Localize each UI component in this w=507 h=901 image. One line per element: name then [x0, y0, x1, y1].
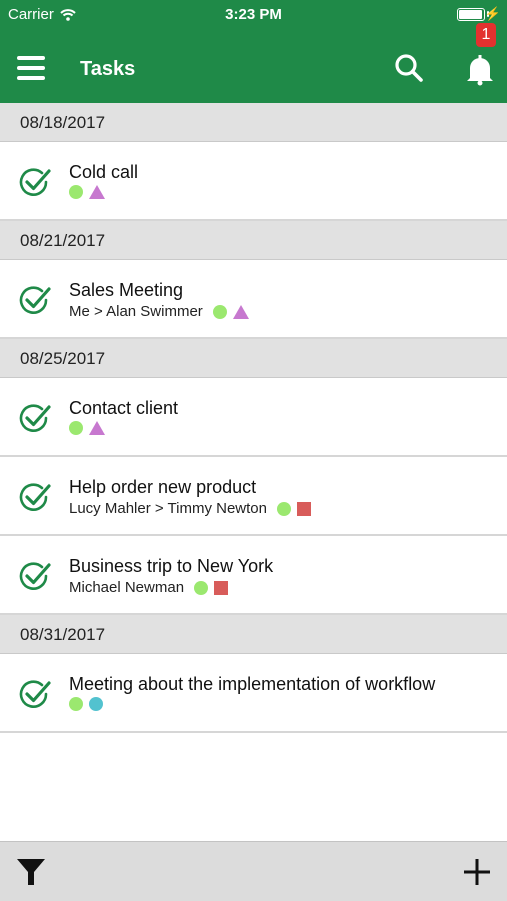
- date-header: 08/31/2017: [0, 615, 507, 654]
- search-icon[interactable]: [394, 53, 424, 83]
- notification-badge[interactable]: 1: [476, 23, 496, 47]
- task-meta: Michael Newman: [69, 579, 229, 596]
- date-header: 08/21/2017: [0, 221, 507, 260]
- check-circle-icon[interactable]: [19, 286, 51, 316]
- task-title: Help order new product: [69, 477, 257, 497]
- task-meta: [69, 697, 103, 711]
- page-title: Tasks: [80, 58, 136, 80]
- navbar: Tasks: [0, 40, 507, 100]
- task-people: Me > Alan Swimmer: [69, 303, 203, 320]
- task-row[interactable]: Business trip to New York Michael Newman: [0, 536, 507, 615]
- green-dot-marker: [212, 304, 227, 319]
- task-row[interactable]: Contact client: [0, 378, 507, 457]
- green-dot-marker: [69, 185, 83, 199]
- green-dot-marker: [276, 501, 291, 516]
- app-header: Carrier 3:23 PM ⚡ Tasks 1: [0, 0, 507, 103]
- task-people: Lucy Mahler > Timmy Newton: [69, 500, 267, 517]
- check-circle-icon[interactable]: [19, 562, 51, 592]
- status-bar: Carrier 3:23 PM ⚡: [0, 0, 507, 30]
- task-people: Michael Newman: [69, 579, 185, 596]
- plus-icon[interactable]: [461, 856, 493, 888]
- green-dot-marker: [69, 697, 83, 711]
- task-title: Contact client: [69, 398, 179, 418]
- task-title: Sales Meeting: [69, 280, 184, 300]
- date-header: 08/18/2017: [0, 103, 507, 142]
- task-title: Cold call: [69, 162, 139, 182]
- bell-icon[interactable]: [462, 52, 498, 88]
- task-row[interactable]: Meeting about the implementation of work…: [0, 654, 507, 733]
- task-list: 08/18/2017 Cold call 08/21/2017 Sales Me…: [0, 103, 507, 733]
- check-circle-icon[interactable]: [19, 404, 51, 434]
- task-meta: Me > Alan Swimmer: [69, 303, 249, 320]
- hamburger-icon[interactable]: [17, 56, 45, 80]
- battery-icon: [457, 8, 485, 21]
- check-circle-icon[interactable]: [19, 483, 51, 513]
- task-row[interactable]: Help order new product Lucy Mahler > Tim…: [0, 457, 507, 536]
- green-dot-marker: [194, 580, 209, 595]
- teal-dot-marker: [89, 697, 103, 711]
- task-meta: Lucy Mahler > Timmy Newton: [69, 500, 311, 517]
- task-meta: [69, 185, 105, 199]
- charging-icon: ⚡: [484, 6, 501, 21]
- filter-icon[interactable]: [15, 856, 47, 888]
- check-circle-icon[interactable]: [19, 680, 51, 710]
- date-header: 08/25/2017: [0, 339, 507, 378]
- task-meta: [69, 421, 105, 435]
- purple-triangle-marker: [89, 185, 105, 199]
- task-title: Business trip to New York: [69, 556, 274, 576]
- red-square-marker: [214, 580, 229, 595]
- check-circle-icon[interactable]: [19, 168, 51, 198]
- bottom-toolbar: [0, 841, 507, 901]
- green-dot-marker: [69, 421, 83, 435]
- purple-triangle-marker: [232, 304, 249, 319]
- task-title: Meeting about the implementation of work…: [69, 674, 436, 694]
- purple-triangle-marker: [89, 421, 105, 435]
- task-row[interactable]: Sales Meeting Me > Alan Swimmer: [0, 260, 507, 339]
- red-square-marker: [296, 501, 311, 516]
- status-time: 3:23 PM: [225, 6, 282, 23]
- task-row[interactable]: Cold call: [0, 142, 507, 221]
